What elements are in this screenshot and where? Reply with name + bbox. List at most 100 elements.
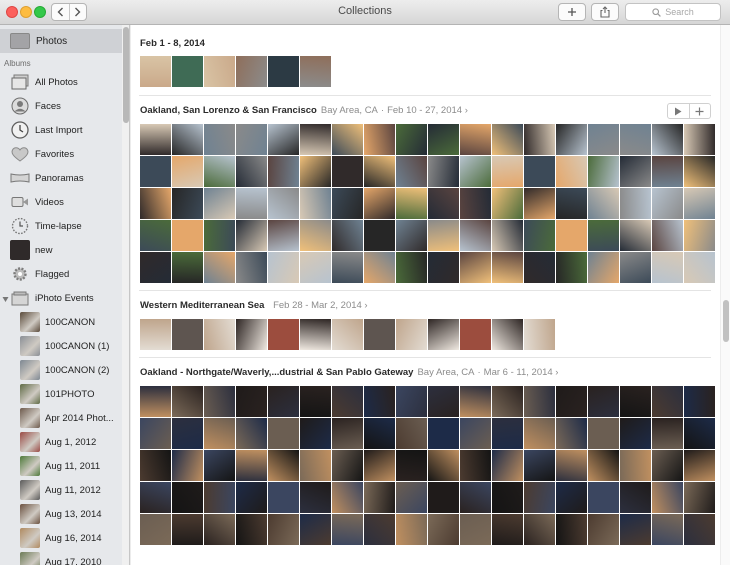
photo-thumbnail[interactable]	[460, 188, 491, 219]
photo-thumbnail[interactable]	[652, 482, 683, 513]
photo-thumbnail[interactable]	[588, 156, 619, 187]
photo-thumbnail[interactable]	[492, 514, 523, 545]
disclosure-triangle-icon[interactable]	[2, 294, 9, 306]
photo-thumbnail[interactable]	[652, 124, 683, 155]
photo-thumbnail[interactable]	[524, 418, 555, 449]
sidebar-item-event[interactable]: Aug 13, 2014	[0, 502, 122, 526]
sidebar-item-album[interactable]: Faces	[0, 94, 122, 118]
sidebar-item-album[interactable]: new	[0, 238, 122, 262]
photo-thumbnail[interactable]	[364, 319, 395, 350]
photo-thumbnail[interactable]	[524, 124, 555, 155]
share-button[interactable]	[591, 3, 619, 21]
photo-thumbnail[interactable]	[524, 156, 555, 187]
collection-date-link[interactable]: Feb 28 - Mar 2, 2014 ›	[273, 300, 368, 311]
photo-thumbnail[interactable]	[140, 220, 171, 251]
photo-thumbnail[interactable]	[268, 220, 299, 251]
photo-thumbnail[interactable]	[684, 386, 715, 417]
photo-thumbnail[interactable]	[332, 188, 363, 219]
photo-thumbnail[interactable]	[492, 319, 523, 350]
photo-thumbnail[interactable]	[460, 386, 491, 417]
photo-thumbnail[interactable]	[652, 156, 683, 187]
photo-thumbnail[interactable]	[204, 418, 235, 449]
sidebar-item-event[interactable]: Aug 16, 2014	[0, 526, 122, 550]
photo-thumbnail[interactable]	[364, 386, 395, 417]
photo-thumbnail[interactable]	[684, 124, 715, 155]
photo-thumbnail[interactable]	[460, 156, 491, 187]
photo-thumbnail[interactable]	[300, 482, 331, 513]
photo-thumbnail[interactable]	[588, 450, 619, 481]
photo-thumbnail[interactable]	[140, 156, 171, 187]
photo-thumbnail[interactable]	[396, 252, 427, 283]
photo-thumbnail[interactable]	[300, 252, 331, 283]
photo-thumbnail[interactable]	[204, 56, 235, 87]
photo-thumbnail[interactable]	[620, 252, 651, 283]
photo-thumbnail[interactable]	[620, 220, 651, 251]
collection-header[interactable]: Western Mediterranean Sea Feb 28 - Mar 2…	[140, 300, 368, 311]
photo-thumbnail[interactable]	[588, 418, 619, 449]
photo-thumbnail[interactable]	[652, 418, 683, 449]
photo-thumbnail[interactable]	[684, 514, 715, 545]
photo-thumbnail[interactable]	[588, 514, 619, 545]
photo-thumbnail[interactable]	[172, 482, 203, 513]
photo-thumbnail[interactable]	[492, 482, 523, 513]
photo-thumbnail[interactable]	[268, 482, 299, 513]
photo-thumbnail[interactable]	[364, 514, 395, 545]
photo-thumbnail[interactable]	[620, 450, 651, 481]
photo-thumbnail[interactable]	[556, 450, 587, 481]
photo-thumbnail[interactable]	[140, 482, 171, 513]
photo-thumbnail[interactable]	[588, 386, 619, 417]
photo-thumbnail[interactable]	[396, 514, 427, 545]
photo-thumbnail[interactable]	[396, 386, 427, 417]
photo-thumbnail[interactable]	[652, 514, 683, 545]
photo-thumbnail[interactable]	[684, 220, 715, 251]
photo-thumbnail[interactable]	[268, 188, 299, 219]
photo-thumbnail[interactable]	[428, 450, 459, 481]
collection-location[interactable]: Bay Area, CA	[417, 367, 474, 378]
photo-thumbnail[interactable]	[620, 418, 651, 449]
photo-thumbnail[interactable]	[204, 386, 235, 417]
photo-thumbnail[interactable]	[364, 124, 395, 155]
photo-thumbnail[interactable]	[652, 386, 683, 417]
photo-thumbnail[interactable]	[652, 450, 683, 481]
photo-thumbnail[interactable]	[300, 188, 331, 219]
photo-thumbnail[interactable]	[460, 514, 491, 545]
photo-thumbnail[interactable]	[332, 319, 363, 350]
photo-thumbnail[interactable]	[492, 386, 523, 417]
photo-thumbnail[interactable]	[140, 450, 171, 481]
photo-thumbnail[interactable]	[588, 252, 619, 283]
photo-thumbnail[interactable]	[364, 252, 395, 283]
photo-thumbnail[interactable]	[460, 450, 491, 481]
photo-thumbnail[interactable]	[236, 156, 267, 187]
sidebar-scrollbar[interactable]	[122, 25, 129, 565]
photo-thumbnail[interactable]	[172, 220, 203, 251]
play-slideshow-button[interactable]	[668, 104, 689, 118]
photo-thumbnail[interactable]	[172, 418, 203, 449]
photo-thumbnail[interactable]	[140, 319, 171, 350]
photo-thumbnail[interactable]	[140, 252, 171, 283]
photo-thumbnail[interactable]	[332, 450, 363, 481]
sidebar-item-album[interactable]: iPhoto Events	[0, 286, 122, 310]
sidebar-item-event[interactable]: 100CANON	[0, 310, 122, 334]
photo-thumbnail[interactable]	[492, 252, 523, 283]
photo-thumbnail[interactable]	[204, 156, 235, 187]
photo-thumbnail[interactable]	[172, 124, 203, 155]
photo-thumbnail[interactable]	[556, 220, 587, 251]
photo-thumbnail[interactable]	[652, 252, 683, 283]
photo-thumbnail[interactable]	[236, 319, 267, 350]
photo-thumbnail[interactable]	[332, 124, 363, 155]
photo-thumbnail[interactable]	[236, 514, 267, 545]
sidebar-item-album[interactable]: All Photos	[0, 70, 122, 94]
photo-thumbnail[interactable]	[172, 252, 203, 283]
photo-thumbnail[interactable]	[460, 220, 491, 251]
photo-thumbnail[interactable]	[300, 450, 331, 481]
photo-thumbnail[interactable]	[684, 450, 715, 481]
photo-thumbnail[interactable]	[300, 156, 331, 187]
photo-thumbnail[interactable]	[396, 124, 427, 155]
photo-thumbnail[interactable]	[556, 156, 587, 187]
sidebar-item-event[interactable]: Aug 11, 2012	[0, 478, 122, 502]
photo-thumbnail[interactable]	[556, 386, 587, 417]
photo-thumbnail[interactable]	[172, 188, 203, 219]
sidebar-item-event[interactable]: Aug 11, 2011	[0, 454, 122, 478]
photo-thumbnail[interactable]	[172, 514, 203, 545]
photo-thumbnail[interactable]	[524, 514, 555, 545]
